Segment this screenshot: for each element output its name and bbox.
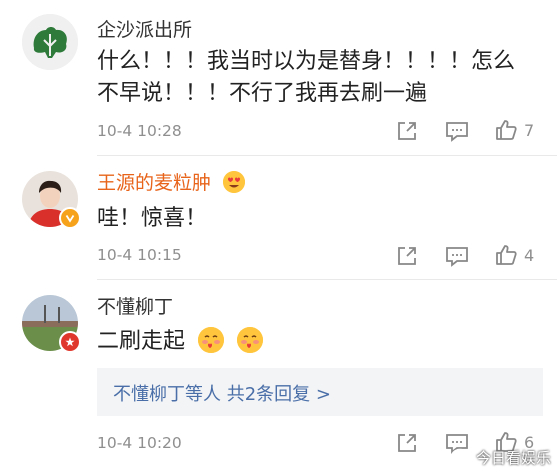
username[interactable]: 王源的麦粒肿: [97, 171, 246, 195]
cabbage-logo-icon: [22, 14, 78, 70]
watermark-text: 今日看娱乐: [475, 449, 551, 467]
username[interactable]: 企沙派出所: [97, 18, 192, 42]
comment-icon: [446, 122, 468, 142]
comment-icon: [446, 247, 468, 267]
comment-time: 10-4 10:28: [97, 122, 182, 140]
comment-text-span: 二刷走起: [97, 329, 186, 354]
share-button[interactable]: [396, 245, 418, 267]
reply-button[interactable]: [445, 245, 469, 267]
share-icon: [398, 122, 416, 140]
comment-text-line: 哇！惊喜！: [97, 206, 208, 231]
like-count: 7: [524, 120, 535, 140]
comment-text: 哇！惊喜！: [97, 203, 207, 235]
comment-text: 什么！！！我当时以为是替身！！！！怎么 不早说！！！不行了我再去刷一遍: [97, 46, 515, 110]
reply-button[interactable]: [445, 120, 469, 142]
like-button[interactable]: 4: [494, 243, 534, 267]
verified-badge: [59, 207, 81, 229]
wechat-icon: [451, 448, 473, 466]
share-icon: [398, 434, 416, 452]
watermark: 今日看娱乐: [451, 447, 551, 468]
divider: [97, 279, 557, 280]
username-text: 王源的麦粒肿: [97, 172, 212, 194]
red-v-badge: [59, 331, 81, 353]
comment-text-line: 什么！！！我当时以为是替身！！！！怎么: [97, 49, 516, 74]
share-icon: [398, 247, 416, 265]
share-button[interactable]: [396, 432, 418, 454]
comment-time: 10-4 10:15: [97, 246, 182, 264]
comment-time: 10-4 10:20: [97, 434, 182, 452]
username[interactable]: 不懂柳丁: [97, 295, 173, 319]
heart-eyes-emoji-icon: [223, 171, 246, 193]
replies-label: 不懂柳丁等人 共2条回复 >: [113, 384, 331, 405]
divider: [97, 155, 557, 156]
avatar[interactable]: [22, 14, 78, 70]
blushing-kiss-emoji-icon: [237, 327, 264, 353]
blushing-kiss-emoji-icon: [198, 327, 225, 353]
verified-v-icon: [65, 215, 75, 223]
comment-text: 二刷走起: [97, 326, 264, 358]
comment-text-line: 不早说！！！不行了我再去刷一遍: [97, 81, 428, 106]
star-icon: [65, 337, 75, 347]
share-button[interactable]: [396, 120, 418, 142]
comment-text-line: 二刷走起: [97, 326, 264, 358]
like-count: 4: [524, 245, 535, 265]
thumbs-up-icon: [496, 120, 517, 140]
thumbs-up-icon: [496, 245, 517, 265]
replies-expand-button[interactable]: 不懂柳丁等人 共2条回复 >: [97, 368, 543, 416]
like-button[interactable]: 7: [494, 118, 534, 142]
